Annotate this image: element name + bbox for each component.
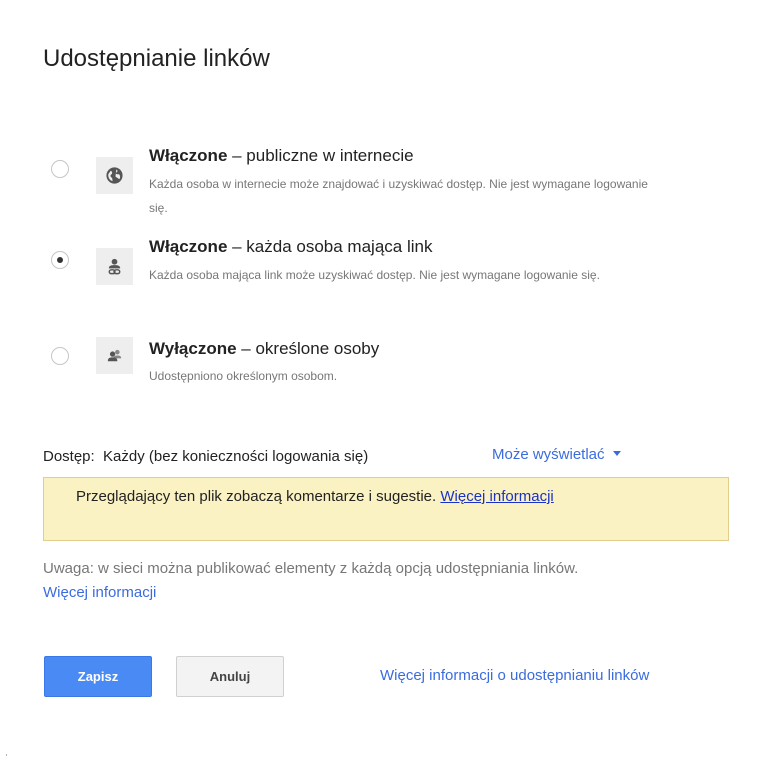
option-anyone-with-link-title: Włączone – każda osoba mająca link <box>149 237 432 257</box>
access-row: Dostęp: Każdy (bez konieczności logowani… <box>43 448 368 465</box>
option-anyone-with-link-description: Każda osoba mająca link może uzyskiwać d… <box>149 268 600 282</box>
people-icon <box>96 337 133 374</box>
option-specific-people-suffix: – określone osoby <box>236 339 380 358</box>
save-button[interactable]: Zapisz <box>44 656 152 697</box>
cancel-button[interactable]: Anuluj <box>176 656 284 697</box>
option-specific-people-title: Wyłączone – określone osoby <box>149 339 379 359</box>
publish-note: Uwaga: w sieci można publikować elementy… <box>43 557 723 605</box>
note-more-info-link[interactable]: Więcej informacji <box>43 584 156 601</box>
radio-specific-people[interactable] <box>51 347 69 365</box>
access-value: Każdy (bez konieczności logowania się) <box>103 448 369 465</box>
notice-text: Przeglądający ten plik zobaczą komentarz… <box>76 488 437 505</box>
option-anyone-with-link-state: Włączone <box>149 237 228 256</box>
option-public-title: Włączone – publiczne w internecie <box>149 146 414 166</box>
comments-notice: Przeglądający ten plik zobaczą komentarz… <box>43 477 729 541</box>
globe-icon <box>96 157 133 194</box>
radio-public[interactable] <box>51 160 69 178</box>
option-anyone-with-link-suffix: – każda osoba mająca link <box>227 237 433 256</box>
permission-dropdown[interactable]: Może wyświetlać <box>492 446 621 463</box>
radio-anyone-with-link[interactable] <box>51 251 69 269</box>
person-link-icon <box>96 248 133 285</box>
option-public-state: Włączone <box>149 146 228 165</box>
option-public-suffix: – publiczne w internecie <box>227 146 414 165</box>
option-public-description: Każda osoba w internecie może znajdować … <box>149 177 648 215</box>
access-label: Dostęp: <box>43 448 95 465</box>
dialog-title: Udostępnianie linków <box>43 45 270 72</box>
permission-dropdown-label: Może wyświetlać <box>492 446 605 463</box>
caret-down-icon <box>612 450 621 456</box>
option-specific-people-description: Udostępniono określonym osobom. <box>149 369 338 383</box>
link-sharing-help-link[interactable]: Więcej informacji o udostępnianiu linków <box>380 667 649 684</box>
option-specific-people-state: Wyłączone <box>149 339 237 358</box>
note-text: Uwaga: w sieci można publikować elementy… <box>43 560 579 577</box>
notice-more-info-link[interactable]: Więcej informacji <box>440 488 553 505</box>
